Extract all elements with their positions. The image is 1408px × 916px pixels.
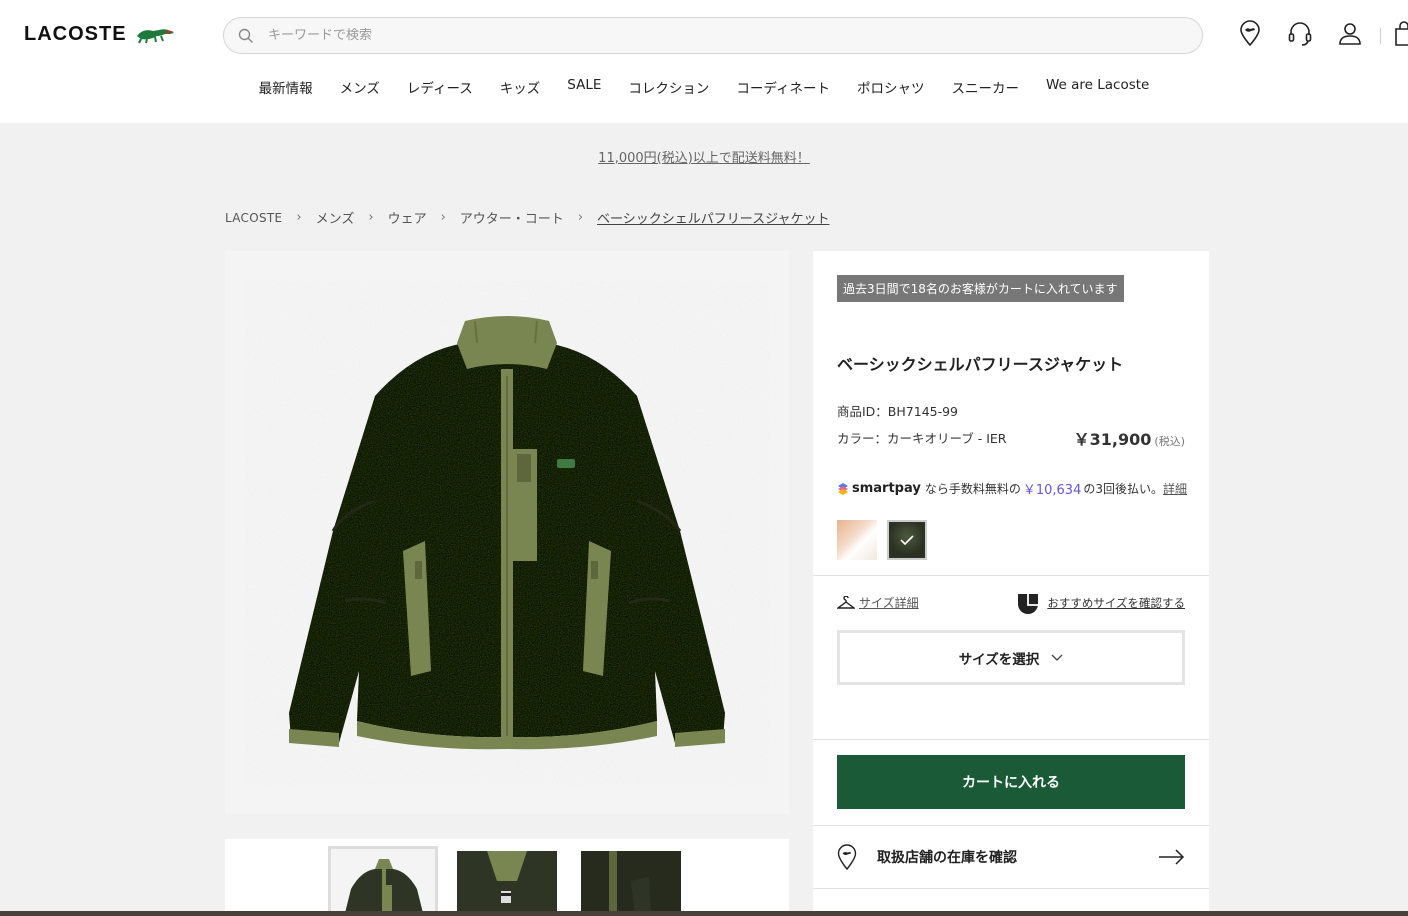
smartpay-text-before: なら手数料無料の: [924, 482, 1021, 496]
product-info-panel: 過去3日間で18名のお客様がカートに入れています ベーシックシェルパフリースジャ…: [813, 251, 1209, 916]
store-stock-check[interactable]: 取扱店舗の在庫を確認: [837, 843, 1185, 871]
chevron-right-icon: ›: [368, 210, 374, 225]
add-to-cart-button[interactable]: カートに入れる: [837, 755, 1185, 809]
divider: [813, 575, 1209, 576]
chevron-right-icon: ›: [296, 210, 302, 225]
bag-icon[interactable]: [1394, 20, 1408, 47]
hanger-icon: [837, 595, 855, 609]
thumbnail-2[interactable]: [457, 851, 557, 916]
smartpay-info: smartpay なら手数料無料の ￥10,634 の3回後払い。 詳細: [837, 479, 1187, 498]
header-divider: [1380, 28, 1381, 44]
smartpay-text-after: の3回後払い。: [1083, 482, 1163, 496]
divider: [813, 739, 1209, 740]
smartpay-details-link[interactable]: 詳細: [1163, 480, 1187, 497]
price-value: ￥31,900: [1073, 430, 1152, 449]
site-header: LACOSTE キーワードで検索 最新情報 メンズ レディース キッズ SALE…: [0, 0, 1408, 123]
color-swatch-khaki-olive[interactable]: [887, 520, 927, 560]
chevron-down-icon: [1051, 654, 1063, 661]
size-recommend-link[interactable]: おすすめサイズを確認する: [1017, 592, 1185, 614]
header-icons: [1236, 20, 1363, 47]
nav-item-ladies[interactable]: レディース: [393, 77, 486, 97]
color-swatch-beige[interactable]: [837, 520, 877, 560]
nav-item-kids[interactable]: キッズ: [486, 77, 554, 97]
lacoste-logo[interactable]: LACOSTE: [24, 22, 175, 46]
nav-item-sale[interactable]: SALE: [554, 77, 615, 97]
search-input[interactable]: [268, 28, 1168, 43]
price-tax-label: (税込): [1154, 435, 1185, 448]
product-price: ￥31,900 (税込): [1074, 426, 1185, 450]
account-icon[interactable]: [1336, 20, 1363, 47]
nav-item-new[interactable]: 最新情報: [245, 77, 326, 97]
crocodile-logo-icon: [136, 29, 174, 44]
smartpay-amount: ￥10,634: [1022, 483, 1082, 498]
thumbnail-1[interactable]: [328, 846, 438, 916]
smartpay-logo-icon: [838, 482, 848, 495]
nav-item-collection[interactable]: コレクション: [615, 77, 723, 97]
main-nav: 最新情報 メンズ レディース キッズ SALE コレクション コーディネート ポ…: [0, 77, 1408, 97]
store-locator-icon[interactable]: [1236, 20, 1263, 47]
store-stock-label: 取扱店舗の在庫を確認: [877, 850, 1017, 866]
product-title: ベーシックシェルパフリースジャケット: [837, 355, 1124, 374]
product-id: 商品ID：BH7145-99: [837, 404, 959, 419]
chevron-right-icon: ›: [440, 210, 446, 225]
nav-item-polo[interactable]: ポロシャツ: [843, 77, 938, 97]
nav-item-sneakers[interactable]: スニーカー: [938, 77, 1033, 97]
support-headset-icon[interactable]: [1286, 20, 1313, 47]
nav-item-mens[interactable]: メンズ: [326, 77, 393, 97]
breadcrumb-home[interactable]: LACOSTE: [225, 211, 282, 225]
breadcrumb-mens[interactable]: メンズ: [316, 208, 355, 227]
store-pin-icon: [837, 844, 857, 870]
smartpay-logo-text: smartpay: [852, 481, 921, 496]
product-thumbnails: [225, 839, 789, 916]
chevron-right-icon: ›: [577, 210, 584, 225]
breadcrumb-wear[interactable]: ウェア: [388, 208, 427, 227]
size-select-dropdown[interactable]: サイズを選択: [837, 630, 1185, 685]
jacket-image: [289, 316, 725, 750]
breadcrumb: LACOSTE › メンズ › ウェア › アウター・コート › ベーシックシェ…: [225, 208, 829, 227]
smartpay-logo: smartpay: [837, 481, 921, 496]
check-icon: [900, 535, 914, 545]
bottom-edge-bar: [0, 911, 1408, 916]
search-icon: [238, 28, 253, 43]
shipping-banner: 11,000円(税込)以上で配送料無料！: [0, 147, 1408, 166]
size-guide-link[interactable]: サイズ詳細: [837, 594, 919, 611]
search-bar[interactable]: [223, 17, 1203, 54]
product-main-image[interactable]: [225, 251, 789, 814]
cart-popularity-badge: 過去3日間で18名のお客様がカートに入れています: [837, 275, 1124, 302]
divider: [813, 825, 1209, 826]
product-color: カラー：カーキオリーブ - IER: [837, 431, 1007, 446]
shipping-banner-link[interactable]: 11,000円(税込)以上で配送料無料！: [598, 151, 810, 166]
breadcrumb-current[interactable]: ベーシックシェルパフリースジャケット: [597, 208, 829, 227]
logo-text: LACOSTE: [24, 22, 127, 45]
size-recommend-icon: [1018, 594, 1039, 614]
nav-item-we-are-lacoste[interactable]: We are Lacoste: [1032, 77, 1162, 97]
size-recommend-label: おすすめサイズを確認する: [1047, 596, 1185, 610]
breadcrumb-outer[interactable]: アウター・コート: [460, 208, 564, 227]
size-select-label: サイズを選択: [958, 651, 1040, 668]
swatch-khaki-olive-image: [890, 523, 924, 557]
divider: [813, 888, 1209, 889]
arrow-right-icon: [1159, 849, 1185, 865]
size-guide-label: サイズ詳細: [859, 596, 919, 610]
nav-item-coordinate[interactable]: コーディネート: [723, 77, 844, 97]
thumbnail-3[interactable]: [581, 851, 681, 916]
